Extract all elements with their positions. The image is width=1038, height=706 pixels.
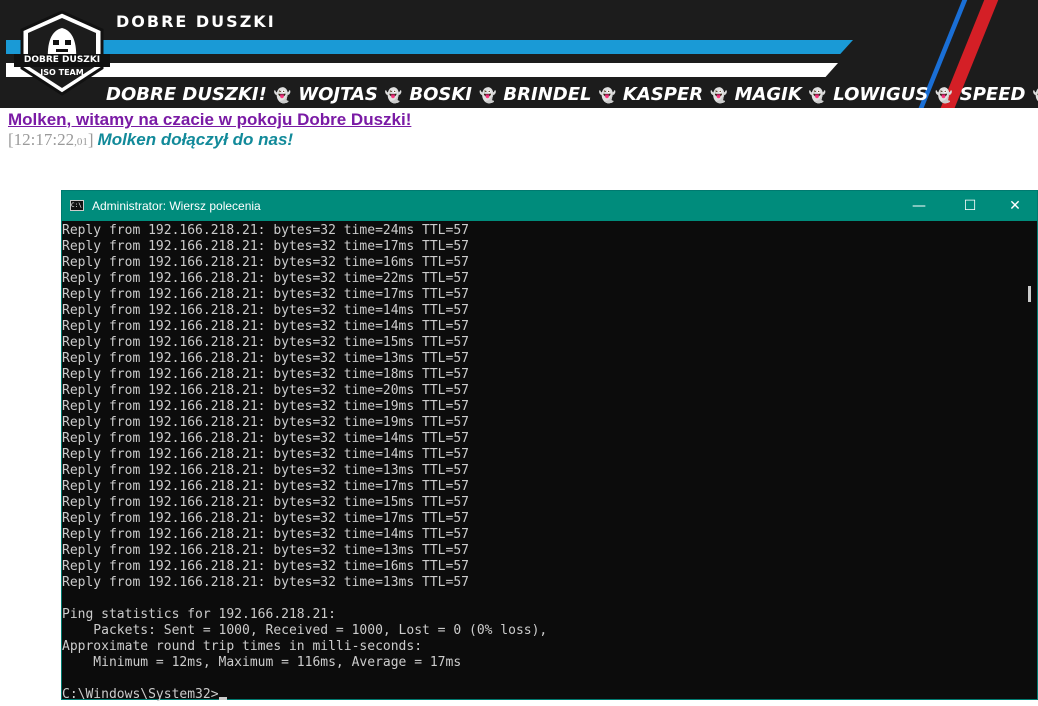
ghost-icon: 👻 xyxy=(384,88,403,104)
console-line: Reply from 192.166.218.21: bytes=32 time… xyxy=(62,559,469,574)
minimize-button[interactable]: — xyxy=(896,191,942,221)
console-line: Reply from 192.166.218.21: bytes=32 time… xyxy=(62,479,469,494)
ghost-icon: 👻 xyxy=(710,88,728,104)
console-line: Reply from 192.166.218.21: bytes=32 time… xyxy=(62,287,469,302)
console-line: Reply from 192.166.218.21: bytes=32 time… xyxy=(62,575,469,590)
timestamp-bracket: ] xyxy=(87,130,94,149)
ghost-icon: 👻 xyxy=(478,88,497,104)
ghost-icon: 👻 xyxy=(598,88,616,104)
console-line: Reply from 192.166.218.21: bytes=32 time… xyxy=(62,511,469,526)
console-line: Reply from 192.166.218.21: bytes=32 time… xyxy=(62,415,469,430)
logo-line2: ISO TEAM xyxy=(40,68,84,77)
console-line: Minimum = 12ms, Maximum = 116ms, Average… xyxy=(62,655,462,670)
logo-line1: DOBRE DUSZKI xyxy=(14,54,110,67)
cmd-window[interactable]: C:\ Administrator: Wiersz polecenia — ☐ … xyxy=(61,190,1038,701)
console-line: Reply from 192.166.218.21: bytes=32 time… xyxy=(62,271,469,286)
timestamp-ms: ,01 xyxy=(74,136,88,148)
welcome-message[interactable]: Molken, witamy na czacie w pokoju Dobre … xyxy=(8,110,411,130)
join-message: [12:17:22,01] Molken dołączył do nas! xyxy=(8,130,293,150)
ticker-item: WOJTAS xyxy=(298,84,378,105)
console-prompt-line[interactable]: C:\Windows\System32> xyxy=(62,687,1022,701)
console-line: Ping statistics for 192.166.218.21: xyxy=(62,607,336,622)
ghost-icon: 👻 xyxy=(273,88,292,104)
console-line: Reply from 192.166.218.21: bytes=32 time… xyxy=(62,543,469,558)
console-line: Reply from 192.166.218.21: bytes=32 time… xyxy=(62,447,469,462)
ticker-item: DOBRE DUSZKI! xyxy=(106,84,267,105)
join-text: Molken dołączył do nas! xyxy=(97,130,294,149)
cmd-titlebar[interactable]: C:\ Administrator: Wiersz polecenia — ☐ … xyxy=(62,191,1037,221)
console-line: Reply from 192.166.218.21: bytes=32 time… xyxy=(62,463,469,478)
ticker-item: BOSKI xyxy=(409,84,472,105)
banner-blue-stripe xyxy=(6,40,853,54)
message-timestamp: [12:17:22,01] xyxy=(8,130,94,149)
members-ticker: DOBRE DUSZKI! 👻 WOJTAS 👻 BOSKI 👻 BRINDEL 👻 KASPE… xyxy=(106,84,1038,105)
banner-title: DOBRE DUSZKI xyxy=(116,12,276,31)
cmd-window-title: Administrator: Wiersz polecenia xyxy=(92,199,261,213)
console-line: Reply from 192.166.218.21: bytes=32 time… xyxy=(62,319,469,334)
console-line: Reply from 192.166.218.21: bytes=32 time… xyxy=(62,335,469,350)
console-line: Reply from 192.166.218.21: bytes=32 time… xyxy=(62,223,469,238)
console-prompt: C:\Windows\System32> xyxy=(62,687,219,701)
console-line: Reply from 192.166.218.21: bytes=32 time… xyxy=(62,399,469,414)
maximize-button[interactable]: ☐ xyxy=(947,191,993,221)
ticker-item: LOWIGUS xyxy=(833,84,929,105)
scrollbar-thumb[interactable] xyxy=(1028,286,1031,302)
console-line: Reply from 192.166.218.21: bytes=32 time… xyxy=(62,431,469,446)
console-line: Reply from 192.166.218.21: bytes=32 time… xyxy=(62,495,469,510)
ghost-icon: 👻 xyxy=(808,88,827,104)
console-line: Reply from 192.166.218.21: bytes=32 time… xyxy=(62,527,469,542)
text-cursor xyxy=(218,697,227,700)
console-output[interactable]: Reply from 192.166.218.21: bytes=32 time… xyxy=(62,221,1022,701)
console-line: Reply from 192.166.218.21: bytes=32 time… xyxy=(62,351,469,366)
team-logo-text: DOBRE DUSZKI ISO TEAM xyxy=(14,54,110,78)
console-line: Packets: Sent = 1000, Received = 1000, L… xyxy=(62,623,548,638)
console-line: Reply from 192.166.218.21: bytes=32 time… xyxy=(62,383,469,398)
team-logo-icon xyxy=(20,10,104,96)
site-banner: DOBRE DUSZKI ISO TEAM DOBRE DUSZKI DOBRE… xyxy=(0,0,1038,108)
ticker-item: KASPER xyxy=(622,84,704,105)
console-line: Reply from 192.166.218.21: bytes=32 time… xyxy=(62,255,469,270)
ticker-item: MAGIK xyxy=(734,84,802,105)
ghost-icon: 👻 xyxy=(1032,88,1038,104)
console-line: Reply from 192.166.218.21: bytes=32 time… xyxy=(62,303,469,318)
console-line: Reply from 192.166.218.21: bytes=32 time… xyxy=(62,367,469,382)
ghost-icon: 👻 xyxy=(935,88,953,104)
close-button[interactable]: ✕ xyxy=(992,191,1038,221)
console-line: Approximate round trip times in milli-se… xyxy=(62,639,423,654)
banner-white-stripe xyxy=(6,63,838,77)
timestamp-time: [12:17:22 xyxy=(8,130,75,149)
ticker-item: BRINDEL xyxy=(503,84,592,105)
console-icon: C:\ xyxy=(70,200,84,211)
ticker-item: SPEED xyxy=(959,84,1026,105)
console-line: Reply from 192.166.218.21: bytes=32 time… xyxy=(62,239,469,254)
